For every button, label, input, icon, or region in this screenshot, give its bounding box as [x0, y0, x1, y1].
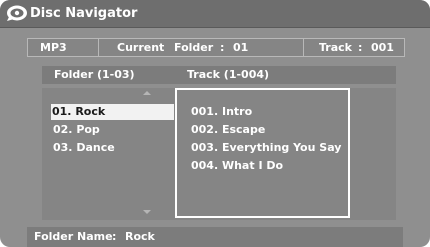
current-folder-value: 01 — [233, 41, 249, 54]
folder-item-pop[interactable]: 02. Pop — [52, 122, 175, 138]
folder-item-dance[interactable]: 03. Dance — [52, 140, 175, 156]
scroll-up-arrow-icon[interactable] — [143, 91, 151, 95]
folder-name-bar: Folder Name : Rock — [27, 227, 403, 247]
track-column-header: Track (1-004) — [175, 66, 396, 84]
folder-name-value: Rock — [125, 230, 155, 243]
folder-item-rock[interactable]: 01. Rock — [51, 104, 174, 120]
scroll-down-arrow-icon[interactable] — [143, 210, 151, 214]
title-bar: Disc Navigator — [0, 0, 430, 28]
current-track-colon: : — [358, 41, 363, 54]
current-track-label: Track — [319, 41, 352, 54]
current-track-value: 001 — [371, 41, 394, 54]
status-divider — [303, 39, 304, 56]
folder-column-header: Folder (1-03) — [42, 66, 175, 84]
track-list-focus-frame — [175, 88, 350, 218]
folder-name-colon: : — [112, 230, 117, 243]
current-folder-label: Folder — [174, 41, 214, 54]
current-label: Current — [117, 41, 165, 54]
format-indicator: MP3 — [28, 39, 99, 56]
app-title: Disc Navigator — [30, 6, 138, 21]
folder-name-label: Folder Name — [34, 230, 113, 243]
current-folder-colon: : — [220, 41, 225, 54]
folder-list[interactable]: 01. Rock 02. Pop 03. Dance — [42, 88, 175, 220]
format-label: MP3 — [40, 41, 67, 54]
disc-navigator-screen: Disc Navigator MP3 Current Folder : 01 T… — [0, 0, 430, 247]
disc-navigator-icon — [6, 4, 28, 22]
status-bar: MP3 Current Folder : 01 Track : 001 — [27, 38, 405, 57]
